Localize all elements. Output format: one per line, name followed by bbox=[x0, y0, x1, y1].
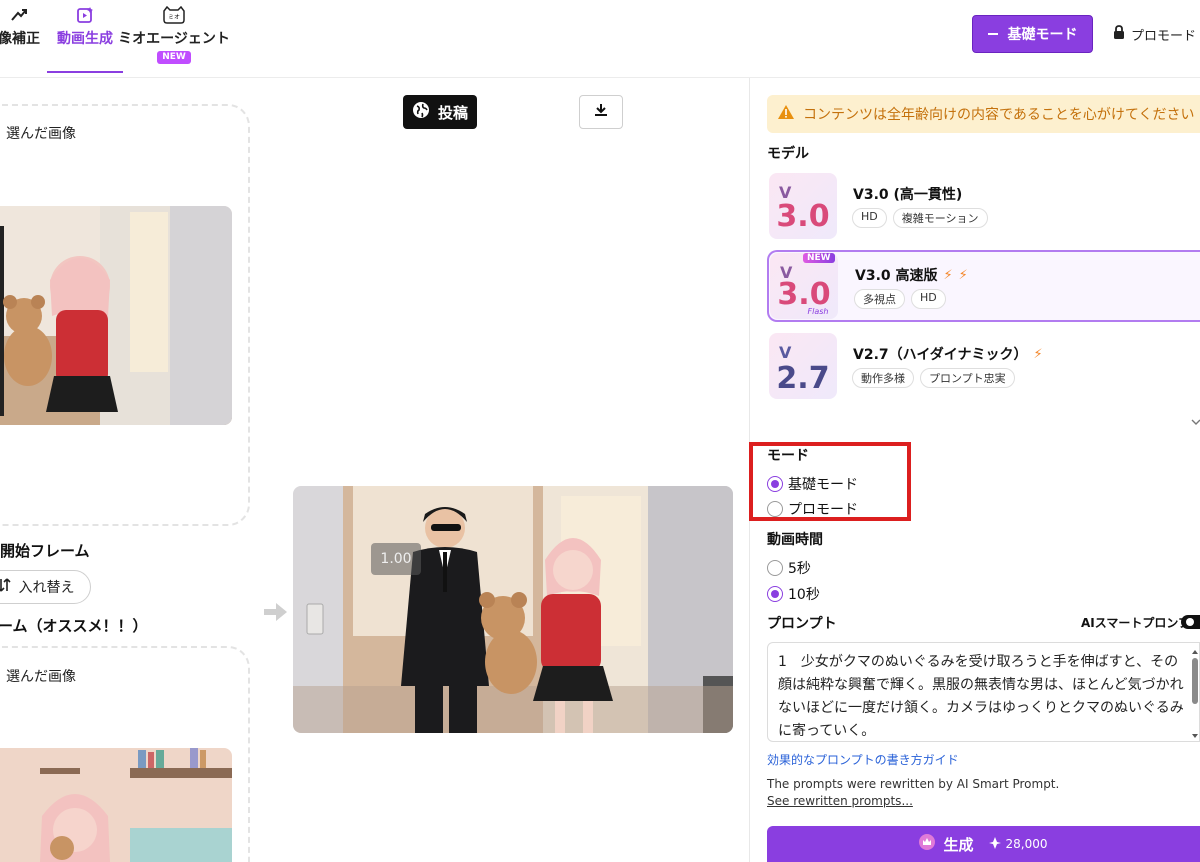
lock-icon bbox=[1113, 25, 1125, 43]
swap-label: 入れ替え bbox=[18, 580, 75, 596]
prompt-scrollbar[interactable] bbox=[1190, 648, 1200, 740]
tab-label: ミオエージェント bbox=[118, 31, 230, 47]
radio-label: 10秒 bbox=[788, 587, 820, 603]
radio-button[interactable] bbox=[767, 560, 783, 576]
duration-section-title: 動画時間 bbox=[767, 532, 823, 548]
globe-icon bbox=[412, 101, 430, 123]
model-name: V3.0 (高一貫性) bbox=[853, 187, 963, 203]
rewrite-note: The prompts were rewritten by AI Smart P… bbox=[767, 777, 1060, 791]
duration-10s-radio[interactable]: 10秒 bbox=[767, 584, 820, 604]
content-warning-banner: コンテンツは全年齢向けの内容であることを心がけてください bbox=[767, 95, 1200, 133]
magic-wand-icon bbox=[10, 4, 28, 26]
prompt-text: 1 少女がクマのぬいぐるみを受け取ろうと手を伸ばすと、その顔は純粋な興奮で輝く。… bbox=[778, 654, 1184, 739]
generate-cost: 28,000 bbox=[988, 836, 1048, 853]
start-frame-image[interactable] bbox=[0, 206, 232, 425]
end-frame-image[interactable] bbox=[0, 748, 232, 862]
warning-icon bbox=[777, 104, 795, 124]
ai-smart-prompt-toggle[interactable] bbox=[1181, 615, 1200, 629]
swap-button[interactable]: 入れ替え bbox=[0, 570, 91, 604]
model-tag: 動作多様 bbox=[852, 368, 914, 388]
selected-image-label: 選んだ画像 bbox=[6, 126, 76, 142]
arrow-right-icon bbox=[264, 602, 288, 626]
model-section-title: モデル bbox=[767, 146, 809, 162]
download-icon bbox=[594, 103, 608, 121]
mio-cat-icon: ミオ bbox=[161, 4, 187, 26]
svg-text:2.7: 2.7 bbox=[776, 361, 829, 396]
chevron-down-icon[interactable] bbox=[1191, 415, 1200, 430]
playback-speed-label[interactable]: 1.00 bbox=[371, 543, 421, 575]
basic-mode-button[interactable]: 基礎モード bbox=[972, 15, 1093, 53]
tab-label: 像補正 bbox=[0, 31, 40, 47]
minus-icon bbox=[987, 33, 998, 35]
new-badge: NEW bbox=[157, 51, 191, 64]
pro-mode-label: プロモード bbox=[1131, 28, 1197, 44]
tab-label: 動画生成 bbox=[57, 31, 113, 47]
selected-image-label: 選んだ画像 bbox=[6, 669, 76, 685]
prompt-guide-link[interactable]: 効果的なプロンプトの書き方ガイド bbox=[767, 751, 959, 768]
svg-text:3.0: 3.0 bbox=[776, 199, 829, 234]
svg-text:V: V bbox=[779, 343, 792, 362]
start-frame-heading: 開始フレーム bbox=[0, 542, 90, 560]
video-sparkle-icon bbox=[76, 4, 94, 26]
pro-mode-link[interactable]: プロモード bbox=[1113, 24, 1196, 44]
highlight-box bbox=[749, 442, 911, 521]
top-bar: 像補正 動画生成 ミオ ミオエージェント NEW 基礎モード プロモード bbox=[0, 0, 1200, 78]
basic-mode-label: 基礎モード bbox=[1007, 27, 1078, 43]
model-tag: 複雑モーション bbox=[892, 208, 988, 228]
svg-text:Flash: Flash bbox=[808, 307, 829, 316]
lightning-icon: ⚡ bbox=[943, 267, 953, 283]
prompt-section-title: プロンプト bbox=[767, 616, 837, 632]
generate-label: 生成 bbox=[943, 835, 974, 854]
model-tag: HD bbox=[911, 289, 946, 309]
model-tag: HD bbox=[852, 208, 887, 228]
post-button[interactable]: 投稿 bbox=[403, 95, 477, 129]
model-option-v30-flash[interactable]: V 3.0 Flash NEW V3.0 高速版 ⚡ ⚡ 多視点 HD bbox=[767, 250, 1200, 322]
end-frame-heading: ーム（オススメ！！） bbox=[0, 617, 148, 635]
credit-icon bbox=[988, 836, 1002, 853]
duration-5s-radio[interactable]: 5秒 bbox=[767, 558, 811, 578]
model-tag: 多視点 bbox=[854, 289, 905, 309]
new-badge: NEW bbox=[803, 253, 835, 263]
model-name: V3.0 高速版 ⚡ ⚡ bbox=[855, 267, 968, 285]
swap-arrows-icon bbox=[0, 578, 11, 596]
model-thumbnail: V 3.0 bbox=[769, 173, 837, 239]
radio-button[interactable] bbox=[767, 586, 783, 602]
download-button[interactable] bbox=[579, 95, 623, 129]
model-tag: プロンプト忠実 bbox=[920, 368, 1015, 388]
prompt-textarea[interactable]: 1 少女がクマのぬいぐるみを受け取ろうと手を伸ばすと、その顔は純粋な興奮で輝く。… bbox=[767, 642, 1200, 742]
model-option-v30[interactable]: V 3.0 V3.0 (高一貫性) HD 複雑モーション bbox=[767, 170, 1200, 242]
tab-image-enhance[interactable]: 像補正 bbox=[0, 0, 42, 78]
generate-button[interactable]: 生成 28,000 bbox=[767, 826, 1200, 862]
svg-text:ミオ: ミオ bbox=[168, 14, 180, 21]
video-preview[interactable]: 1.00 bbox=[293, 486, 733, 733]
lightning-icon: ⚡ bbox=[1033, 346, 1043, 362]
model-option-v27[interactable]: V 2.7 V2.7（ハイダイナミック） ⚡ 動作多様 プロンプト忠実 bbox=[767, 330, 1200, 402]
crown-icon bbox=[919, 834, 936, 854]
lightning-icon: ⚡ bbox=[958, 267, 968, 283]
active-tab-indicator bbox=[47, 71, 123, 73]
radio-label: 5秒 bbox=[788, 561, 811, 577]
tab-video-generation[interactable]: 動画生成 bbox=[47, 0, 123, 78]
model-name: V2.7（ハイダイナミック） ⚡ bbox=[853, 346, 1043, 364]
warning-text: コンテンツは全年齢向けの内容であることを心がけてください bbox=[803, 107, 1195, 123]
see-rewritten-prompts-link[interactable]: See rewritten prompts... bbox=[767, 794, 913, 808]
post-label: 投稿 bbox=[437, 103, 468, 122]
tab-mio-agent[interactable]: ミオ ミオエージェント NEW bbox=[118, 0, 230, 78]
model-thumbnail: V 2.7 bbox=[769, 333, 837, 399]
